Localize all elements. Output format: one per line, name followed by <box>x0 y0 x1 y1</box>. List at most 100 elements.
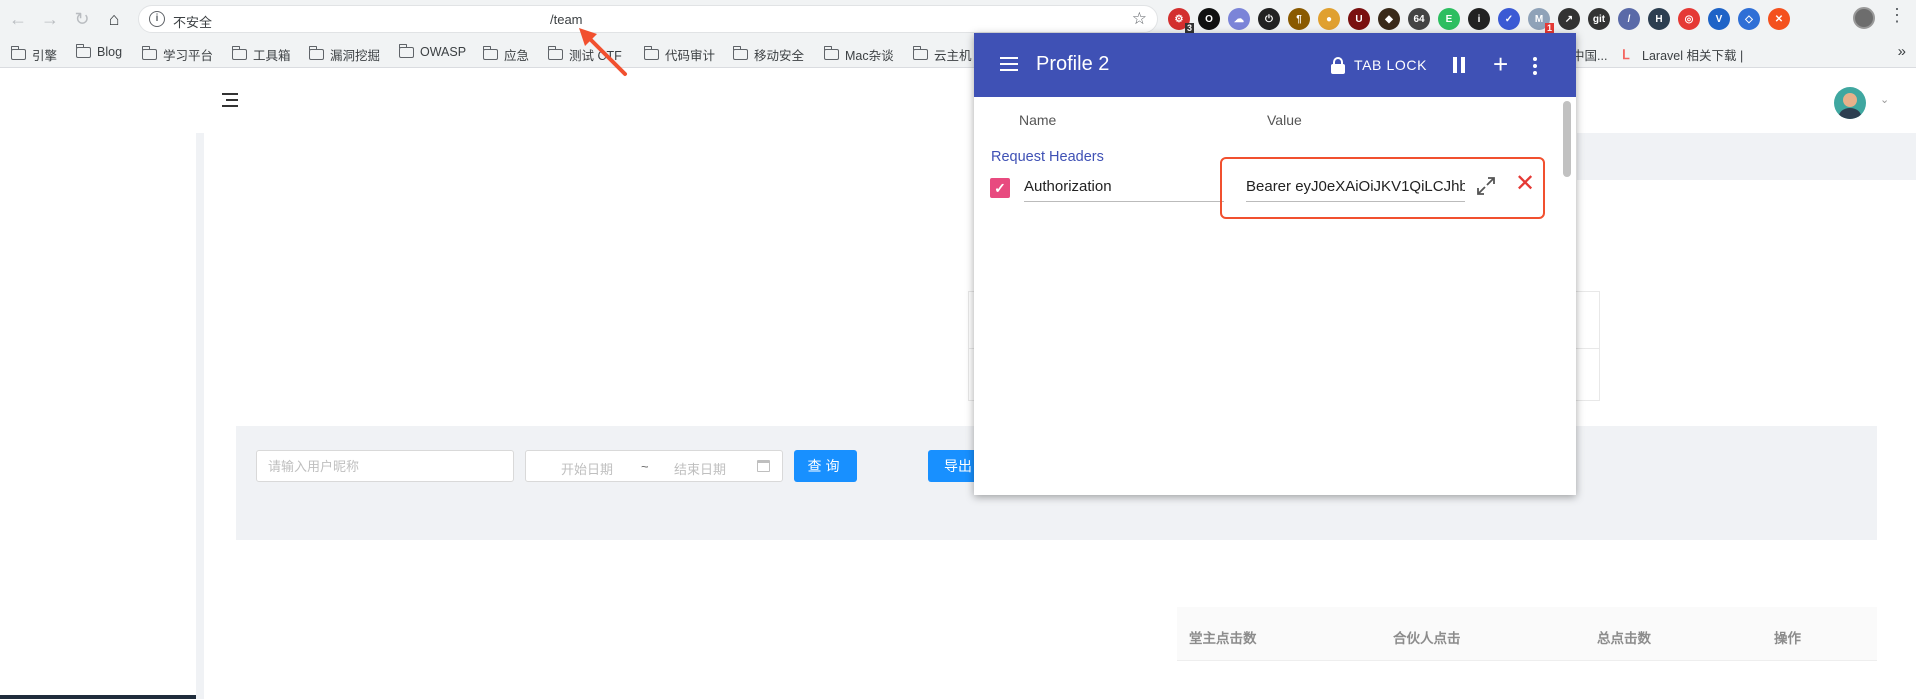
menu-icon[interactable] <box>1000 57 1018 75</box>
calendar-icon <box>757 460 770 472</box>
bookmark-link[interactable]: 中国... <box>1572 45 1607 64</box>
browser-toolbar: ← → ↻ ⌂ i 不安全 /team ☆ ⚙ 3 O ☁ ⏻ ¶ ● U ◆ 64 Ei ✓ M 1 ↗ g… <box>0 0 1916 38</box>
paragraph-icon[interactable]: ¶ <box>1288 8 1310 30</box>
bookmark-folder[interactable]: 代码审计 <box>643 45 716 64</box>
power-icon[interactable]: ⏻ <box>1258 8 1280 30</box>
sidebar-edge <box>0 695 196 699</box>
folder-icon <box>732 46 748 60</box>
modheader-icon[interactable]: M1 <box>1528 8 1554 34</box>
bookmark-folder[interactable]: Blog <box>75 43 123 59</box>
date-range-picker[interactable]: 开始日期 ~ 结束日期 <box>525 450 783 482</box>
avatar[interactable] <box>1834 87 1866 119</box>
browser-profile-avatar[interactable] <box>1853 7 1875 29</box>
gitzip-icon[interactable]: git <box>1588 8 1610 30</box>
back-icon[interactable]: ← <box>5 6 31 32</box>
hackbar-icon[interactable]: H <box>1648 8 1670 30</box>
base64-icon[interactable]: 64 <box>1408 8 1430 30</box>
nickname-input[interactable] <box>256 450 514 482</box>
range-separator: ~ <box>641 459 649 474</box>
end-date-field[interactable]: 结束日期 <box>674 459 726 478</box>
folder-icon <box>10 46 26 60</box>
security-label[interactable]: 不安全 <box>173 12 212 31</box>
bookmark-folder[interactable]: 漏洞挖掘 <box>308 45 381 64</box>
bookmark-label: 云主机 <box>934 49 972 63</box>
wappalyzer-icon[interactable]: / <box>1618 8 1640 30</box>
cookie-icon[interactable]: ● <box>1318 8 1340 30</box>
black-circle-icon[interactable]: O <box>1198 8 1220 30</box>
folder-icon <box>398 43 414 58</box>
folder-icon <box>308 46 324 60</box>
bookmark-folder[interactable]: 应急 <box>482 45 530 64</box>
more-vert-icon[interactable] <box>1533 57 1537 75</box>
folder-icon <box>141 46 157 60</box>
bookmark-label: 漏洞挖掘 <box>330 49 381 63</box>
cloud-icon[interactable]: ☁ <box>1228 8 1250 30</box>
request-headers-title: Request Headers <box>991 149 1104 165</box>
browser-menu-icon[interactable]: ⋮ <box>1888 5 1906 26</box>
profile-title[interactable]: Profile 2 <box>1036 53 1109 76</box>
bookmark-label: 移动安全 <box>754 49 805 63</box>
bookmark-star-icon[interactable]: ☆ <box>1132 9 1147 29</box>
bookmark-folder[interactable]: 工具箱 <box>231 45 291 64</box>
folder-icon <box>912 46 928 60</box>
trace-icon[interactable]: ⚙ 3 <box>1168 8 1194 34</box>
bookmark-label: 代码审计 <box>665 49 716 63</box>
expand-icon[interactable] <box>1475 175 1497 197</box>
folder-icon <box>547 46 563 60</box>
evernote-icon[interactable]: E <box>1438 8 1460 30</box>
diamond-icon[interactable]: ◇ <box>1738 8 1760 30</box>
bookmark-folder[interactable]: 云主机 <box>912 45 972 64</box>
add-icon[interactable]: + <box>1493 49 1508 79</box>
bookmark-label: 应急 <box>504 49 530 63</box>
name-column-header: Name <box>1019 112 1057 128</box>
query-button[interactable]: 查询 <box>794 450 857 482</box>
tab-lock-button[interactable]: TAB LOCK <box>1354 57 1427 73</box>
chart-icon[interactable]: ↗ <box>1558 8 1580 30</box>
bookmark-folder[interactable]: 学习平台 <box>141 45 214 64</box>
url-text[interactable]: /team <box>550 12 583 27</box>
column-header[interactable]: 总点击数 <box>1597 627 1651 647</box>
header-value-field[interactable]: Bearer eyJ0eXAiOiJKV1QiLCJhb <box>1246 178 1465 202</box>
annotation-arrow-icon <box>579 28 627 76</box>
pause-icon[interactable] <box>1453 57 1465 73</box>
popup-app-bar: Profile 2 TAB LOCK + <box>974 33 1576 97</box>
start-date-field[interactable]: 开始日期 <box>561 459 613 478</box>
column-header[interactable]: 堂主点击数 <box>1189 627 1257 647</box>
bookmark-label: Laravel 相关下载 | <box>1642 49 1744 63</box>
ublock-icon[interactable]: U <box>1348 8 1370 30</box>
bookmark-label: Blog <box>97 45 123 59</box>
address-bar[interactable]: i 不安全 /team ☆ <box>138 5 1158 33</box>
dark-shield-icon[interactable]: ◆ <box>1378 8 1400 30</box>
bookmark-label: 学习平台 <box>163 49 214 63</box>
home-icon[interactable]: ⌂ <box>101 6 127 32</box>
scrollbar[interactable] <box>1563 101 1571 177</box>
web-page: ⌄ 开始日期 ~ 结束日期 查询 导出 堂主点击数 合伙人点击 总点击数 操作 <box>0 69 1916 699</box>
lock-icon[interactable] <box>1331 57 1345 74</box>
column-header[interactable]: 合伙人点击 <box>1393 627 1461 647</box>
bookmark-folder[interactable]: Mac杂谈 <box>823 45 894 64</box>
extensions-tray: ⚙ 3 O ☁ ⏻ ¶ ● U ◆ 64 Ei ✓ M 1 ↗ git / H ◎ V ◇ ✕ <box>1168 7 1790 34</box>
sidebar-toggle-icon[interactable] <box>222 93 238 107</box>
remove-header-icon[interactable]: ✕ <box>1515 171 1535 197</box>
bookmark-folder[interactable]: 移动安全 <box>732 45 805 64</box>
info-icon[interactable]: i <box>149 11 165 27</box>
header-name-field[interactable]: Authorization <box>1024 178 1224 202</box>
chevron-down-icon[interactable]: ⌄ <box>1880 93 1889 106</box>
reload-icon[interactable]: ↻ <box>69 6 95 32</box>
header-enabled-checkbox[interactable]: ✓ <box>990 178 1010 198</box>
target-icon[interactable]: ◎ <box>1678 8 1700 30</box>
forward-icon[interactable]: → <box>37 6 63 32</box>
check-circle-icon[interactable]: ✓ <box>1498 8 1520 30</box>
divider <box>236 540 1176 545</box>
value-column-header: Value <box>1267 112 1302 128</box>
tool-icon[interactable]: ✕ <box>1768 8 1790 30</box>
info-icon[interactable]: i <box>1468 8 1490 30</box>
bookmark-label: 引擎 <box>32 49 58 63</box>
header-band <box>1577 133 1916 180</box>
vue-icon[interactable]: V <box>1708 8 1730 30</box>
bookmark-link[interactable]: ᒪ Laravel 相关下载 | <box>1622 45 1743 64</box>
modheader-popup: Profile 2 TAB LOCK + Name Value Request … <box>974 33 1576 495</box>
bookmark-folder[interactable]: OWASP <box>398 43 466 59</box>
bookmark-folder[interactable]: 引擎 <box>10 45 58 64</box>
more-bookmarks-icon[interactable]: » <box>1898 43 1906 60</box>
